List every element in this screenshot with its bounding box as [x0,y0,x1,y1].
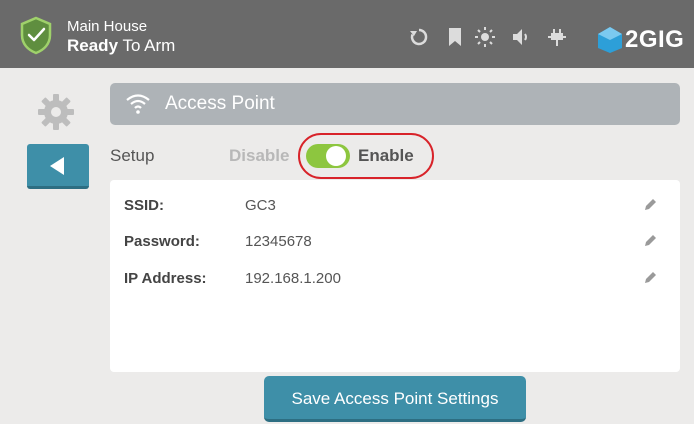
location-name: Main House [67,18,148,35]
field-value: GC3 [245,197,276,214]
bookmark-icon[interactable] [444,26,466,48]
access-point-toggle[interactable] [306,144,350,168]
arm-status-bold: Ready [67,36,119,55]
page-title: Access Point [165,93,275,114]
pencil-icon[interactable] [642,233,658,249]
setup-label: Setup [110,146,155,165]
back-arrow-icon [50,157,64,175]
pencil-icon[interactable] [642,197,658,213]
field-label: SSID: [124,197,165,214]
arm-status-rest: To Arm [118,36,176,55]
field-value: 192.168.1.200 [245,270,341,287]
enable-option[interactable]: Enable [358,146,414,166]
pencil-icon[interactable] [642,270,658,286]
field-row-ip-address[interactable]: IP Address: 192.168.1.200 [124,270,664,292]
field-row-password[interactable]: Password: 12345678 [124,233,664,255]
back-button[interactable] [27,144,89,189]
field-row-ssid[interactable]: SSID: GC3 [124,197,664,219]
field-label: IP Address: [124,270,207,287]
field-label: Password: [124,233,200,250]
shield-check-icon[interactable] [18,15,54,55]
field-value: 12345678 [245,233,312,250]
disable-option[interactable]: Disable [229,146,289,166]
wifi-icon [126,94,150,114]
toggle-knob [326,146,346,166]
arm-status: Ready To Arm [67,36,175,56]
volume-icon[interactable] [510,26,532,48]
gear-icon[interactable] [36,92,76,132]
brand-logo-text: 2GIG [625,26,685,53]
power-plug-icon[interactable] [546,26,568,48]
top-status-bar: Main House Ready To Arm 2GIG [0,0,694,68]
save-settings-button[interactable]: Save Access Point Settings [264,376,526,422]
refresh-icon[interactable] [408,26,430,48]
brightness-icon[interactable] [474,26,496,48]
